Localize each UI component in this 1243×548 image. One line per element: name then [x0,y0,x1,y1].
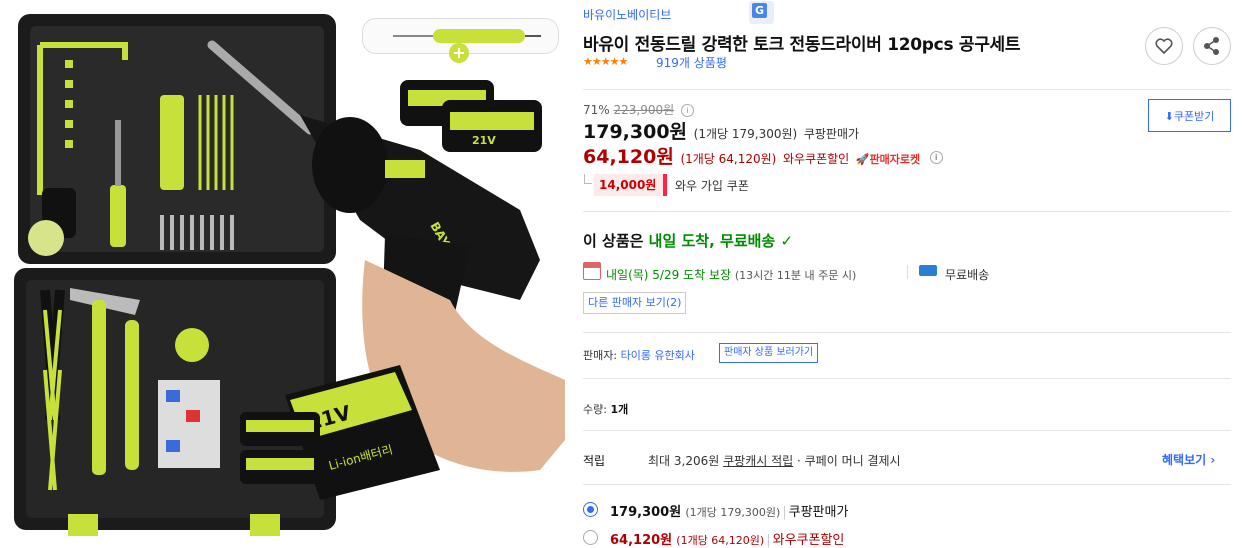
option-unit-price: (1개당 64,120원) [676,534,765,547]
benefit-link[interactable]: 혜택보기 › [1162,451,1215,468]
drill-kit-illustration: 21V BAYU 21V Li-ion배터리 [14,14,565,536]
coupon-download-button[interactable]: ⬇쿠폰받기 [1148,99,1231,132]
review-count-link[interactable]: 919개 상품평 [656,54,727,71]
divider [583,332,1231,333]
coupon-indent-mark [584,174,592,184]
brand-link[interactable]: 바유이노베이티브 [583,6,671,23]
quantity-value: 1개 [610,403,629,416]
wow-unit-price: (1개당 64,120원) [680,152,777,166]
sale-price-row: 179,300원 (1개당 179,300원) 쿠팡판매가 [583,117,859,144]
seller-products-button[interactable]: 판매자 상품 보러가기 [719,343,819,363]
divider [907,265,908,279]
product-title: 바유이 전동드릴 강력한 토크 전동드라이버 120pcs 공구세트 [583,35,1021,55]
wow-price: 64,120원 [583,146,674,168]
other-sellers-button[interactable]: 다른 판매자 보기(2) [583,292,687,314]
wow-label: 와우쿠폰할인 [782,152,850,166]
coupon-label: 와우 가입 쿠폰 [675,179,749,193]
download-icon: ⬇ [1164,110,1174,123]
info-icon[interactable]: i [929,151,943,164]
wow-price-row: 64,120원 (1개당 64,120원) 와우쿠폰할인 🚀판매자로켓 i [583,142,943,169]
truck-icon [919,265,937,276]
order-cutoff: (13시간 11분 내 주문 시) [734,269,857,282]
cash-reward-link[interactable]: 쿠팡캐시 적립 [723,454,793,468]
option-coupang[interactable]: 179,300원 (1개당 179,300원) | 쿠팡판매가 [610,501,848,520]
sale-price: 179,300원 [583,121,688,143]
seller-label: 판매자: [583,349,618,362]
divider [583,430,1231,431]
delivery-headline: 이 상품은 내일 도착, 무료배송 ✓ [583,232,794,250]
divider [583,89,1231,90]
coupon-amount-badge: 14,000원 [594,174,668,196]
sale-seller-label: 쿠팡판매가 [803,127,860,141]
free-shipping-label: 무료배송 [945,268,990,282]
seller-name-link[interactable]: 타이롱 유한회사 [621,349,695,362]
translate-icon[interactable]: G [749,1,774,24]
rocket-badge: 🚀판매자로켓 [855,153,921,166]
divider [583,378,1231,379]
sale-unit-price: (1개당 179,300원) [693,127,798,141]
wishlist-button[interactable] [1145,27,1183,65]
product-image[interactable]: 21V BAYU 21V Li-ion배터리 + [0,0,565,547]
option-wow[interactable]: 64,120원 (1개당 64,120원) | 와우쿠폰할인 [610,529,844,548]
option-radio-coupang[interactable] [583,502,598,517]
discount-rate: 71% [583,103,610,117]
calendar-icon [583,262,601,280]
divider [583,211,1231,212]
option-price: 64,120원 [610,533,673,548]
original-price: 223,900원 [613,103,675,117]
add-accessory-icon[interactable]: + [449,43,469,63]
battery-label-small: 21V [472,134,496,147]
share-button[interactable] [1193,27,1231,65]
option-radio-wow[interactable] [583,530,598,545]
rating-stars: ★★★★★ [583,55,628,68]
quantity-row: 수량: 1개 [583,401,628,417]
option-label: 와우쿠폰할인 [772,533,845,548]
reward-text: 최대 3,206원 쿠팡캐시 적립 · 쿠페이 머니 결제시 [648,454,901,468]
delivery-highlight: 내일 도착, 무료배송 [648,232,776,250]
arrival-guarantee: 내일(목) 5/29 도착 보장 (13시간 11분 내 주문 시) [606,268,857,282]
info-icon[interactable]: i [681,104,694,117]
option-label: 쿠팡판매가 [788,505,849,520]
option-price: 179,300원 [610,505,682,520]
divider [583,484,1231,485]
seller-row: 판매자: 타이롱 유한회사 [583,347,695,363]
share-icon [1204,37,1219,55]
check-icon: ✓ [780,232,794,250]
option-unit-price: (1개당 179,300원) [685,506,781,519]
reward-label: 적립 [583,454,606,468]
quantity-label: 수량: [583,403,607,416]
heart-icon [1155,38,1173,55]
rocket-icon: 🚀 [855,153,870,166]
discount-row: 71% 223,900원 i [583,101,694,118]
